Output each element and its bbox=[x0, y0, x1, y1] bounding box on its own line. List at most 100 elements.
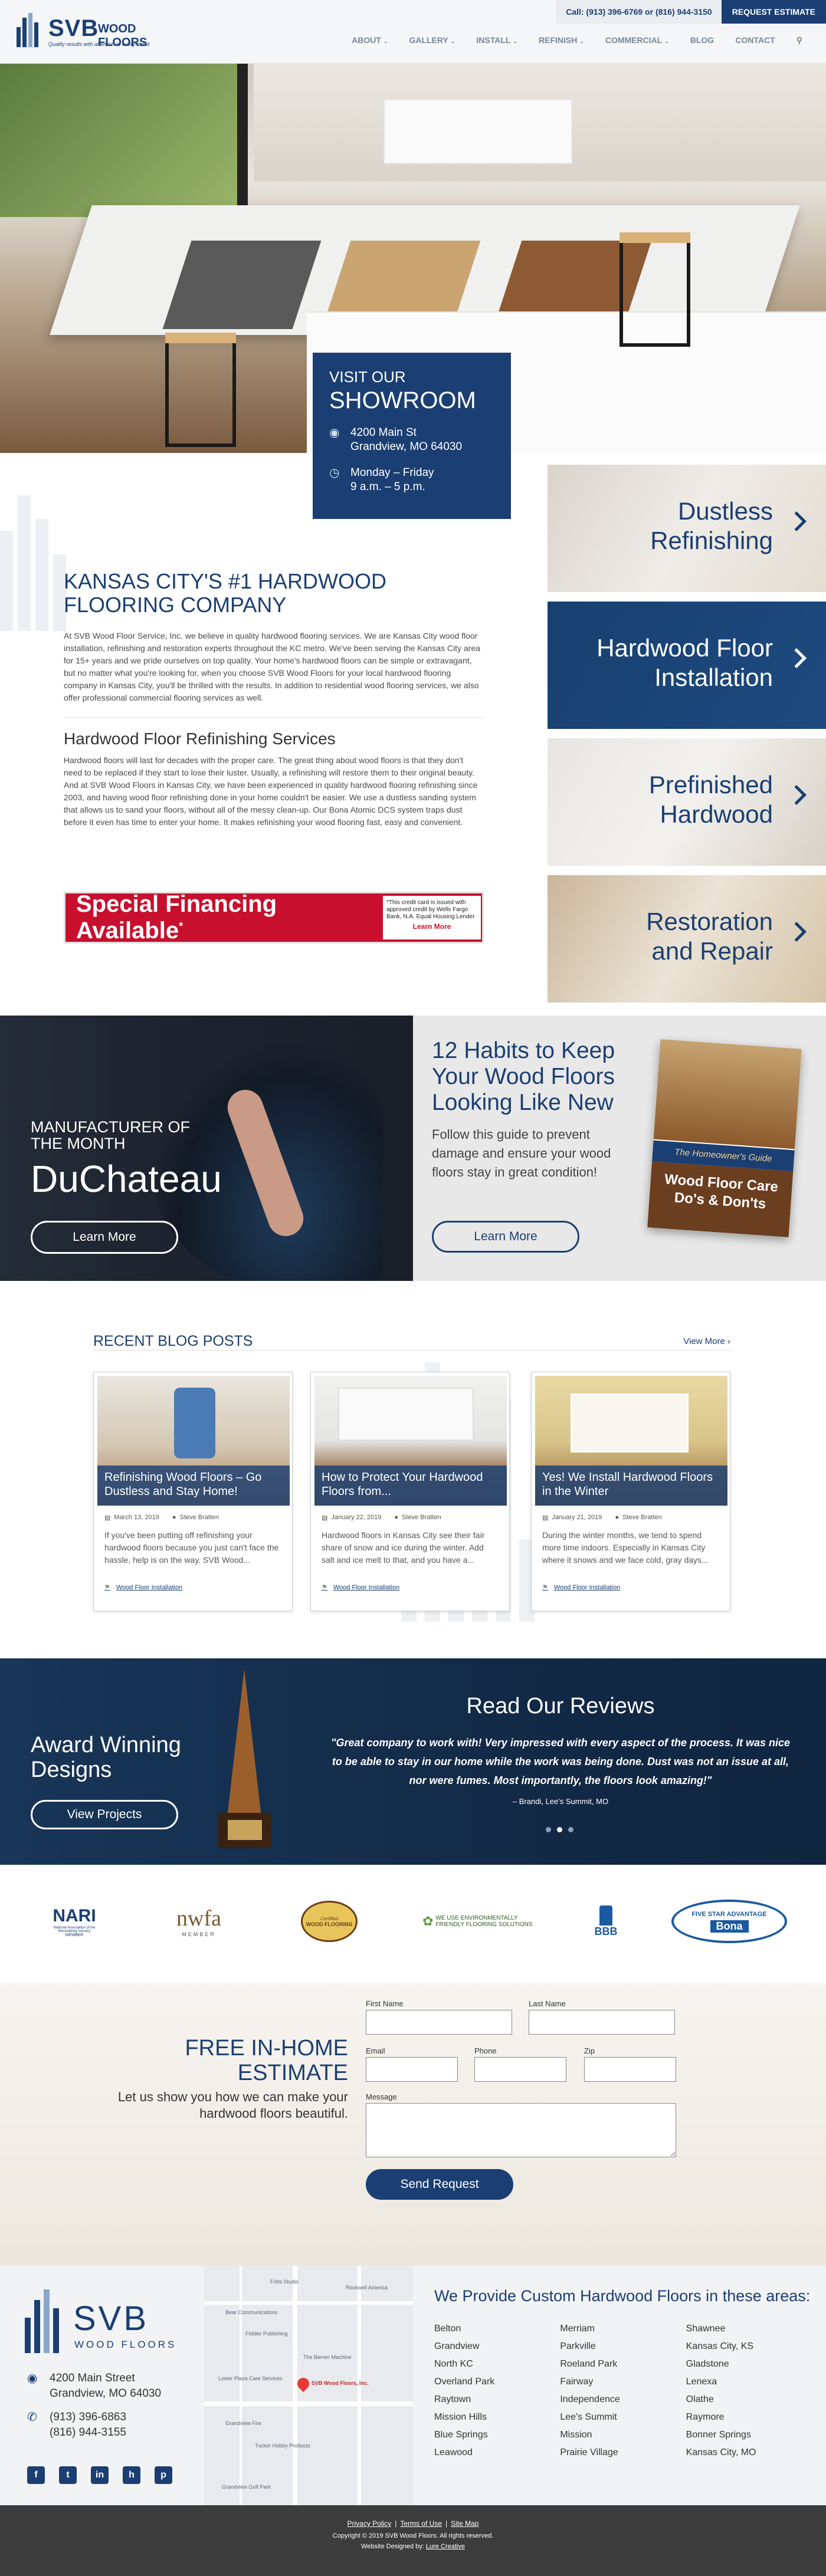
designer-link[interactable]: Lure Creative bbox=[426, 2543, 465, 2550]
view-projects-button[interactable]: View Projects bbox=[31, 1800, 178, 1829]
duchateau-learn-more-button[interactable]: Learn More bbox=[31, 1221, 178, 1254]
phone-icon: ✆ bbox=[27, 2411, 37, 2424]
blog-title: Refinishing Wood Floors – Go Dustless an… bbox=[97, 1466, 290, 1506]
terms-link[interactable]: Terms of Use bbox=[400, 2519, 442, 2528]
linkedin-icon[interactable]: in bbox=[91, 2466, 109, 2484]
privacy-policy-link[interactable]: Privacy Policy bbox=[348, 2519, 392, 2528]
area-item: Fairway bbox=[560, 2377, 594, 2387]
showroom-address-2: Grandview, MO 64030 bbox=[350, 441, 463, 453]
nav-gallery[interactable]: GALLERY ⌄ bbox=[409, 35, 455, 45]
map-pin-icon[interactable] bbox=[294, 2375, 312, 2393]
service-prefinished-hardwood[interactable]: Prefinished Hardwood bbox=[548, 738, 826, 866]
service-dustless-refinishing[interactable]: Dustless Refinishing bbox=[548, 465, 826, 592]
nwfa-member: MEMBER bbox=[182, 1931, 216, 1937]
blog-card[interactable]: Refinishing Wood Floors – Go Dustless an… bbox=[93, 1372, 293, 1611]
blog-tag-link[interactable]: Wood Floor Installation bbox=[554, 1584, 620, 1591]
search-icon[interactable]: ⚲ bbox=[796, 35, 802, 45]
financing-fine-print: *This credit card is issued with approve… bbox=[383, 896, 481, 939]
slider-dots bbox=[546, 1827, 573, 1832]
social-links: f t in h p bbox=[27, 2466, 172, 2484]
intro-title: KANSAS CITY'S #1 HARDWOOD FLOORING COMPA… bbox=[64, 569, 386, 617]
user-icon: ● bbox=[172, 1514, 176, 1521]
intro-body: At SVB Wood Floor Service, Inc. we belie… bbox=[64, 631, 480, 702]
area-item: Mission Hills bbox=[434, 2412, 487, 2422]
pinterest-icon[interactable]: p bbox=[155, 2466, 172, 2484]
reviews-title: Read Our Reviews bbox=[466, 1694, 655, 1719]
nav-about[interactable]: ABOUT ⌄ bbox=[352, 35, 388, 45]
service-areas: We Provide Custom Hardwood Floors in the… bbox=[434, 2286, 812, 2462]
bbb-torch-icon bbox=[599, 1905, 612, 1926]
message-field[interactable] bbox=[366, 2103, 676, 2157]
houzz-icon[interactable]: h bbox=[123, 2466, 140, 2484]
showroom-card[interactable]: VISIT OUR SHOWROOM ◉ 4200 Main St Grandvi… bbox=[313, 353, 511, 519]
nav-commercial[interactable]: COMMERCIAL ⌄ bbox=[605, 35, 669, 45]
footer-logo-sub: WOOD FLOORS bbox=[74, 2339, 177, 2350]
nav-blog[interactable]: BLOG bbox=[690, 35, 714, 45]
blog-tag-link[interactable]: Wood Floor Installation bbox=[333, 1584, 399, 1591]
twitter-icon[interactable]: t bbox=[59, 2466, 77, 2484]
footer-phone-1[interactable]: (913) 396-6863 bbox=[50, 2410, 126, 2425]
trophy-image bbox=[212, 1669, 277, 1852]
areas-column: Belton Grandview North KC Overland Park Rayt… bbox=[434, 2320, 560, 2462]
site-map-link[interactable]: Site Map bbox=[451, 2519, 478, 2528]
service-title-line: Refinishing bbox=[650, 527, 773, 554]
blog-excerpt: If you've been putting off refinishing y… bbox=[104, 1530, 279, 1565]
bona-label: Bona bbox=[710, 1920, 749, 1933]
service-title-line: Installation bbox=[654, 663, 773, 691]
area-item: Blue Springs bbox=[434, 2430, 488, 2440]
area-item: Prairie Village bbox=[560, 2447, 618, 2457]
area-item: Belton bbox=[434, 2324, 461, 2334]
special-financing-banner[interactable]: Special Financing Available* *This credi… bbox=[64, 891, 484, 944]
last-name-field[interactable] bbox=[529, 2010, 675, 2035]
eco-label: WE USE ENVIRONMENTALLY FRIENDLY FLOORING… bbox=[435, 1915, 533, 1928]
nav-refinish[interactable]: REFINISH ⌄ bbox=[539, 35, 584, 45]
footer-map[interactable]: Fritts Studio Rockwell America Bear Comm… bbox=[204, 2266, 413, 2505]
bbb-logo: BBB bbox=[585, 1898, 627, 1945]
header-phone-link[interactable]: Call: (913) 396-6769 or (816) 944-3150 bbox=[556, 0, 722, 24]
blog-author: Steve Bratten bbox=[402, 1514, 441, 1521]
site-logo[interactable]: SVB WOOD FLOORS Quality results with att… bbox=[17, 13, 188, 50]
facebook-icon[interactable]: f bbox=[27, 2466, 45, 2484]
blog-tag-link[interactable]: Wood Floor Installation bbox=[116, 1584, 182, 1591]
slider-dot-active[interactable] bbox=[557, 1827, 562, 1832]
blog-card[interactable]: How to Protect Your Hardwood Floors from… bbox=[310, 1372, 510, 1611]
map-label-svb: SVB Wood Floors, Inc. bbox=[312, 2380, 369, 2386]
footer-phone-2[interactable]: (816) 944-3155 bbox=[50, 2425, 126, 2440]
slider-dot[interactable] bbox=[546, 1827, 551, 1832]
manufacturer-label: MANUFACTURER OF THE MONTH bbox=[31, 1118, 190, 1152]
areas-column: Merriam Parkville Roeland Park Fairway Indep… bbox=[560, 2320, 686, 2462]
designed-by-label: Website Designed by: bbox=[361, 2543, 426, 2550]
request-estimate-button[interactable]: REQUEST ESTIMATE bbox=[721, 0, 826, 24]
blog-date: January 22, 2019 bbox=[331, 1514, 382, 1521]
blog-view-more-link[interactable]: View More › bbox=[683, 1336, 730, 1346]
chevron-down-icon: ⌄ bbox=[664, 38, 669, 44]
main-nav: ABOUT ⌄ GALLERY ⌄ INSTALL ⌄ REFINISH ⌄ COMME… bbox=[352, 35, 802, 45]
guide-book-cover[interactable]: The Homeowner's Guide Wood Floor Care Do… bbox=[647, 1039, 802, 1237]
calendar-icon: ▤ bbox=[104, 1514, 111, 1522]
nav-contact[interactable]: CONTACT bbox=[735, 35, 775, 45]
service-title-line: Restoration bbox=[646, 908, 773, 935]
clock-icon: ◷ bbox=[329, 466, 340, 479]
footer-logo[interactable]: SVB WOOD FLOORS bbox=[25, 2288, 190, 2353]
slider-dot[interactable] bbox=[568, 1827, 573, 1832]
area-item: Lee's Summit bbox=[560, 2412, 617, 2422]
service-hardwood-installation[interactable]: Hardwood Floor Installation bbox=[548, 602, 826, 729]
send-request-button[interactable]: Send Request bbox=[366, 2169, 513, 2200]
tag-icon: ⚑ bbox=[542, 1584, 548, 1591]
habits-learn-more-button[interactable]: Learn More bbox=[432, 1221, 579, 1253]
certified-wood-flooring-logo: Certified WOOD FLOORING bbox=[300, 1898, 359, 1945]
service-restoration-repair[interactable]: Restoration and Repair bbox=[548, 875, 826, 1003]
area-item: Roeland Park bbox=[560, 2359, 618, 2369]
reviews-slider: Read Our Reviews "Great company to work … bbox=[330, 1694, 791, 1806]
email-field[interactable] bbox=[366, 2057, 458, 2082]
zip-field[interactable] bbox=[584, 2057, 676, 2082]
blog-card[interactable]: Yes! We Install Hardwood Floors in the W… bbox=[531, 1372, 730, 1611]
first-name-field[interactable] bbox=[366, 2010, 512, 2035]
blog-section-title: RECENT BLOG POSTS bbox=[93, 1333, 253, 1349]
calendar-icon: ▤ bbox=[322, 1514, 328, 1522]
nav-install[interactable]: INSTALL ⌄ bbox=[476, 35, 517, 45]
financing-learn-more-link[interactable]: Learn More bbox=[386, 923, 477, 930]
phone-field[interactable] bbox=[474, 2057, 566, 2082]
area-item: Raymore bbox=[686, 2412, 725, 2422]
certified-label: Certified bbox=[320, 1915, 338, 1921]
